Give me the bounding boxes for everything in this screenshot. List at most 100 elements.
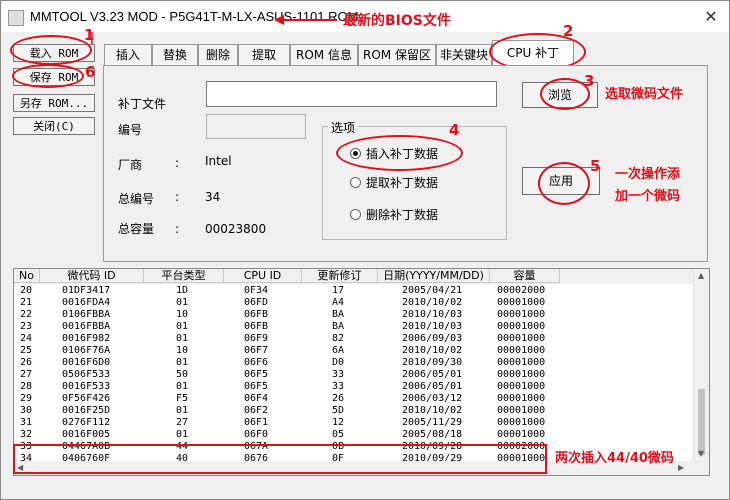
delete-patch-label: 删除补丁数据	[366, 208, 439, 222]
table-cell: 2006/05/01	[402, 381, 463, 392]
table-row[interactable]: 25 0106F76A 10 06F7 6A 2010/10/02 00001000	[14, 345, 694, 357]
table-cell: 00001000	[497, 321, 546, 332]
table-cell: 2005/08/18	[402, 429, 463, 440]
table-row[interactable]: 20 01DF3417 1D 0F34 17 2005/04/21 00002000	[14, 285, 694, 297]
header-date[interactable]: 日期(YYYY/MM/DD)	[378, 269, 490, 283]
table-cell: 10	[176, 309, 189, 320]
table-row[interactable]: 26 0016F6D0 01 06F6 D0 2010/09/30 00001000	[14, 357, 694, 369]
scroll-right-icon[interactable]: ▶	[678, 463, 684, 472]
annotation-oval-load	[10, 35, 92, 65]
table-cell: 00001000	[497, 297, 546, 308]
table-row[interactable]: 31 0276F112 27 06F1 12 2005/11/29 00001000	[14, 417, 694, 429]
header-microcode-id[interactable]: 微代码 ID	[40, 269, 144, 283]
table-row[interactable]: 30 0016F25D 01 06F2 5D 2010/10/02 00001000	[14, 405, 694, 417]
scroll-down-icon[interactable]: ▼	[698, 449, 704, 458]
table-cell: 29	[20, 393, 33, 404]
table-cell: 00001000	[497, 381, 546, 392]
table-cell: 01	[176, 333, 189, 344]
table-cell: 06F4	[244, 393, 269, 404]
table-row[interactable]: 24 0016F982 01 06F9 82 2006/09/03 00001000	[14, 333, 694, 345]
tab-replace[interactable]: 替换	[152, 44, 198, 65]
save-as-rom-button[interactable]: 另存 ROM...	[13, 94, 95, 112]
table-cell: 50	[176, 369, 189, 380]
table-cell: 26	[20, 357, 33, 368]
tab-delete[interactable]: 删除	[198, 44, 238, 65]
table-cell: 82	[332, 333, 345, 344]
table-cell: 6A	[332, 345, 345, 356]
tab-insert[interactable]: 插入	[104, 44, 152, 65]
table-cell: 2005/11/29	[402, 417, 463, 428]
table-cell: 17	[332, 285, 345, 296]
vertical-scrollbar[interactable]: ▲ ▼	[693, 269, 709, 475]
vendor-value: Intel	[205, 154, 232, 168]
capacity-value: 00023800	[205, 222, 267, 236]
annotation-number-5: 5	[590, 157, 601, 175]
table-cell: 28	[20, 381, 33, 392]
vendor-colon: :	[175, 156, 180, 170]
table-row[interactable]: 29 0F56F426 F5 06F4 26 2006/03/12 00001000	[14, 393, 694, 405]
scroll-thumb[interactable]	[698, 389, 705, 455]
table-cell: 00001000	[497, 369, 546, 380]
table-cell: 0506F533	[62, 369, 111, 380]
table-cell: 06F1	[244, 417, 269, 428]
table-header: No 微代码 ID 平台类型 CPU ID 更新修订 日期(YYYY/MM/DD…	[14, 269, 694, 284]
extract-patch-label: 提取补丁数据	[366, 176, 439, 190]
annotation-number-1: 1	[84, 26, 95, 44]
annotation-oval-save	[12, 64, 84, 88]
table-cell: BA	[332, 321, 345, 332]
total-number-colon: :	[175, 190, 180, 204]
table-cell: 00001000	[497, 357, 546, 368]
annotation-number-6: 6	[85, 63, 96, 81]
table-cell: A4	[332, 297, 345, 308]
annotation-oval-browse	[540, 78, 590, 110]
annotation-bios-file: 最新的BIOS文件	[343, 13, 451, 29]
table-cell: 32	[20, 429, 33, 440]
table-cell: 24	[20, 333, 33, 344]
annotation-number-3: 3	[584, 72, 595, 90]
header-platform[interactable]: 平台类型	[144, 269, 224, 283]
table-cell: 06FB	[244, 321, 269, 332]
table-row[interactable]: 21 0016FDA4 01 06FD A4 2010/10/02 00001000	[14, 297, 694, 309]
tab-rom-info[interactable]: ROM 信息	[290, 44, 358, 65]
table-cell: 0106FBBA	[62, 309, 111, 320]
table-cell: 26	[332, 393, 345, 404]
table-cell: 01	[176, 321, 189, 332]
annotation-apply-line2: 加一个微码	[615, 189, 681, 204]
header-size[interactable]: 容量	[490, 269, 560, 283]
header-revision[interactable]: 更新修订	[302, 269, 378, 283]
delete-patch-radio[interactable]	[350, 209, 361, 220]
annotation-number-2: 2	[563, 22, 574, 40]
table-cell: 27	[176, 417, 189, 428]
table-row[interactable]: 28 0016F533 01 06F5 33 2006/05/01 00001000	[14, 381, 694, 393]
table-row[interactable]: 27 0506F533 50 06F5 33 2006/05/01 00001000	[14, 369, 694, 381]
table-cell: 06F0	[244, 429, 269, 440]
tab-extract[interactable]: 提取	[238, 44, 290, 65]
table-row[interactable]: 22 0106FBBA 10 06FB BA 2010/10/03 00001000	[14, 309, 694, 321]
patch-file-input[interactable]	[206, 81, 497, 107]
table-cell: 33	[332, 369, 345, 380]
tab-non-critical-blocks[interactable]: 非关键块	[436, 44, 492, 65]
table-cell: F5	[176, 393, 189, 404]
table-cell: 2010/10/03	[402, 309, 463, 320]
table-cell: 12	[332, 417, 345, 428]
table-cell: 06F7	[244, 345, 269, 356]
annotation-select-microcode: 选取微码文件	[605, 87, 684, 102]
header-cpu-id[interactable]: CPU ID	[224, 269, 302, 283]
header-no[interactable]: No	[14, 269, 40, 283]
table-cell: 00001000	[497, 405, 546, 416]
annotation-oval-apply	[538, 162, 590, 205]
table-row[interactable]: 23 0016FBBA 01 06FB BA 2010/10/03 00001000	[14, 321, 694, 333]
table-cell: 0016F6D0	[62, 357, 111, 368]
close-button[interactable]: 关闭(C)	[13, 117, 95, 135]
table-cell: 33	[332, 381, 345, 392]
table-cell: 2006/05/01	[402, 369, 463, 380]
table-cell: 1D	[176, 285, 189, 296]
table-cell: 0016F005	[62, 429, 111, 440]
scroll-up-icon[interactable]: ▲	[698, 271, 704, 280]
tab-rom-reserved[interactable]: ROM 保留区	[358, 44, 436, 65]
table-cell: 00001000	[497, 333, 546, 344]
extract-patch-radio[interactable]	[350, 177, 361, 188]
table-row[interactable]: 32 0016F005 01 06F0 05 2005/08/18 00001000	[14, 429, 694, 441]
table-cell: 27	[20, 369, 33, 380]
table-cell: D0	[332, 357, 345, 368]
